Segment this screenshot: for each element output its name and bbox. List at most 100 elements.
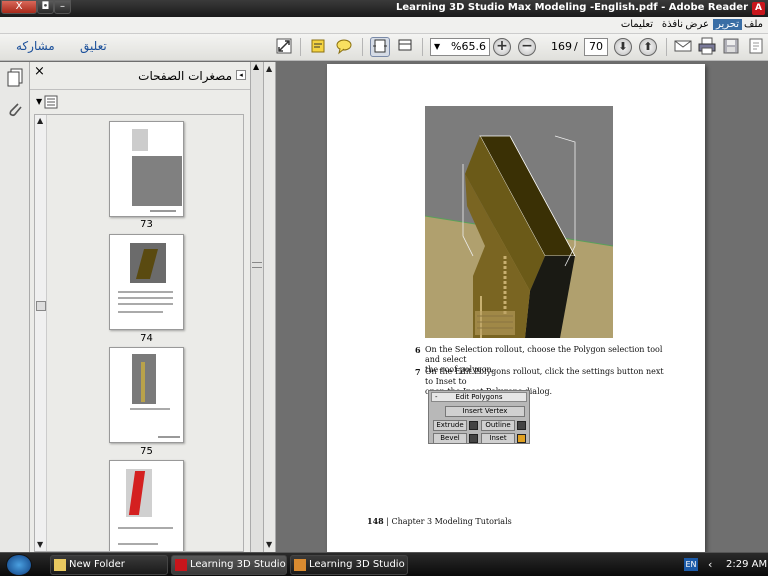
panel-tools: ▼ (30, 92, 250, 114)
options-menu-icon[interactable] (44, 95, 58, 112)
menu-view[interactable]: عرض (682, 19, 712, 30)
thumbnail-page-number: 73 (140, 219, 153, 230)
panel-title: مصغرات الصفحات (138, 69, 232, 83)
options-dropdown-icon[interactable]: ▼ (36, 97, 42, 106)
step-7-line-1: On the Edit Polygons rollout, click the … (425, 367, 664, 386)
fullscreen-icon[interactable] (274, 37, 294, 57)
email-icon[interactable] (673, 37, 693, 57)
splitter-up-icon[interactable]: ▲ (253, 62, 259, 71)
extrude-button: Extrude (433, 420, 467, 431)
splitter-grip-icon[interactable] (252, 262, 262, 268)
rollout-title-text: Edit Polygons (455, 393, 503, 401)
zoom-out-icon[interactable]: − (518, 38, 536, 56)
print-icon[interactable] (697, 37, 717, 57)
zoom-dropdown-icon[interactable]: ▼ (434, 39, 440, 55)
adobe-reader-icon: A (752, 2, 765, 15)
page-thumbnail[interactable] (109, 121, 184, 217)
zoom-value: %65.6 (451, 40, 486, 53)
folder-icon (54, 559, 66, 571)
previous-page-icon[interactable]: ⬆ (639, 38, 657, 56)
menu-help[interactable]: تعليمات (618, 19, 656, 30)
page-thumbnails-panel: × مصغرات الصفحات ◂ ▼ ▲ ▼ 73 74 75 (30, 62, 250, 552)
page-thumbnail[interactable] (109, 460, 184, 551)
maximize-window-button[interactable]: ◘ (37, 0, 54, 14)
zoom-in-icon[interactable]: + (493, 38, 511, 56)
step-6-number: 6 (415, 345, 421, 355)
bevel-button: Bevel (433, 433, 467, 444)
footer-chapter: | Chapter 3 Modeling Tutorials (386, 517, 512, 526)
page-thumbnail[interactable] (109, 234, 184, 330)
thumbnail-page-number: 74 (140, 333, 153, 344)
3d-render-image (425, 106, 613, 338)
close-window-button[interactable]: X (1, 0, 37, 14)
attachments-icon[interactable] (5, 100, 25, 120)
document-scrollbar[interactable]: ▲ ▼ (264, 62, 276, 552)
rollout-title: - Edit Polygons (431, 392, 527, 402)
inset-button: Inset (481, 433, 515, 444)
pdf-icon (175, 559, 187, 571)
outline-settings-icon (517, 421, 526, 430)
taskbar-item-browser[interactable]: Learning 3D Studio Ma... (290, 555, 408, 575)
windows-taskbar: New Folder Learning 3D Studio Ma... Lear… (0, 552, 768, 576)
doc-scroll-up-icon[interactable]: ▲ (266, 64, 272, 73)
taskbar-label: Learning 3D Studio Ma... (309, 559, 407, 570)
browser-icon (294, 559, 306, 571)
page-thumbnail[interactable] (109, 347, 184, 443)
menu-bar: ملف تحرير عرض نافذة تعليمات (0, 17, 768, 34)
pdf-page: 6 On the Selection rollout, choose the P… (327, 64, 705, 552)
title-bar: X ◘ – Learning 3D Studio Max Modeling -E… (0, 0, 768, 17)
comment-button[interactable]: تعليق (80, 39, 107, 53)
page-footer: 148 | Chapter 3 Modeling Tutorials (367, 516, 512, 526)
open-file-icon[interactable] (746, 37, 766, 57)
menu-file[interactable]: ملف (741, 19, 766, 30)
clock[interactable]: 2:29 AM (726, 559, 767, 570)
edit-polygons-rollout-image: - Edit Polygons Insert Vertex Extrude Ou… (428, 390, 530, 444)
tray-expand-icon[interactable]: ‹ (708, 558, 712, 571)
start-button-icon[interactable] (6, 554, 32, 576)
main-toolbar: مشاركه تعليق ▼ %65.6 + − 169 / 70 ⬇ ⬆ (0, 34, 768, 61)
sticky-note-icon[interactable] (334, 37, 354, 57)
panel-collapse-icon[interactable]: ◂ (236, 70, 246, 80)
outline-button: Outline (481, 420, 515, 431)
thumbnail-list[interactable]: ▲ ▼ 73 74 75 (34, 114, 244, 552)
scroll-thumb[interactable] (36, 301, 46, 311)
save-icon[interactable] (721, 37, 741, 57)
panel-header: × مصغرات الصفحات ◂ (30, 62, 250, 90)
insert-vertex-button: Insert Vertex (445, 406, 525, 417)
bevel-settings-icon (469, 434, 478, 443)
next-page-icon[interactable]: ⬇ (614, 38, 632, 56)
fit-page-icon[interactable] (370, 37, 390, 57)
page-number-input[interactable]: 70 (584, 38, 608, 56)
scroll-up-icon[interactable]: ▲ (37, 116, 43, 125)
navigation-pane-strip (0, 62, 30, 552)
taskbar-label: Learning 3D Studio Ma... (190, 559, 286, 570)
inset-settings-icon (517, 434, 526, 443)
step-7-number: 7 (415, 367, 421, 377)
page-thumbnails-icon[interactable] (5, 68, 25, 88)
rollout-collapse-text: - (435, 393, 438, 401)
taskbar-label: New Folder (69, 559, 125, 570)
footer-page-number: 148 (367, 516, 384, 526)
menu-edit[interactable]: تحرير (712, 19, 742, 30)
panel-splitter[interactable]: ▲ (250, 62, 264, 552)
scroll-down-icon[interactable]: ▼ (37, 540, 43, 549)
share-button[interactable]: مشاركه (16, 39, 55, 53)
document-view[interactable]: ▲ ▼ 6 On the Selection rollout, choose t… (264, 62, 768, 552)
thumbnail-page-number: 75 (140, 446, 153, 457)
zoom-field[interactable]: ▼ %65.6 (430, 38, 490, 56)
extrude-settings-icon (469, 421, 478, 430)
current-page-number: 169 (551, 40, 572, 53)
taskbar-item-new-folder[interactable]: New Folder (50, 555, 168, 575)
highlight-icon[interactable] (308, 37, 328, 57)
window-title: Learning 3D Studio Max Modeling -English… (396, 2, 748, 13)
doc-scroll-down-icon[interactable]: ▼ (266, 540, 272, 549)
taskbar-item-adobe-reader[interactable]: Learning 3D Studio Ma... (171, 555, 287, 575)
page-separator: / (574, 40, 578, 53)
fit-width-icon[interactable] (395, 37, 415, 57)
minimize-window-button[interactable]: – (54, 0, 71, 14)
menu-window[interactable]: نافذة (659, 19, 686, 30)
language-indicator[interactable]: EN (684, 558, 698, 571)
step-6-line-1: On the Selection rollout, choose the Pol… (425, 345, 663, 364)
panel-close-icon[interactable]: × (34, 64, 45, 79)
thumbnail-scrollbar[interactable]: ▲ ▼ (35, 115, 47, 551)
